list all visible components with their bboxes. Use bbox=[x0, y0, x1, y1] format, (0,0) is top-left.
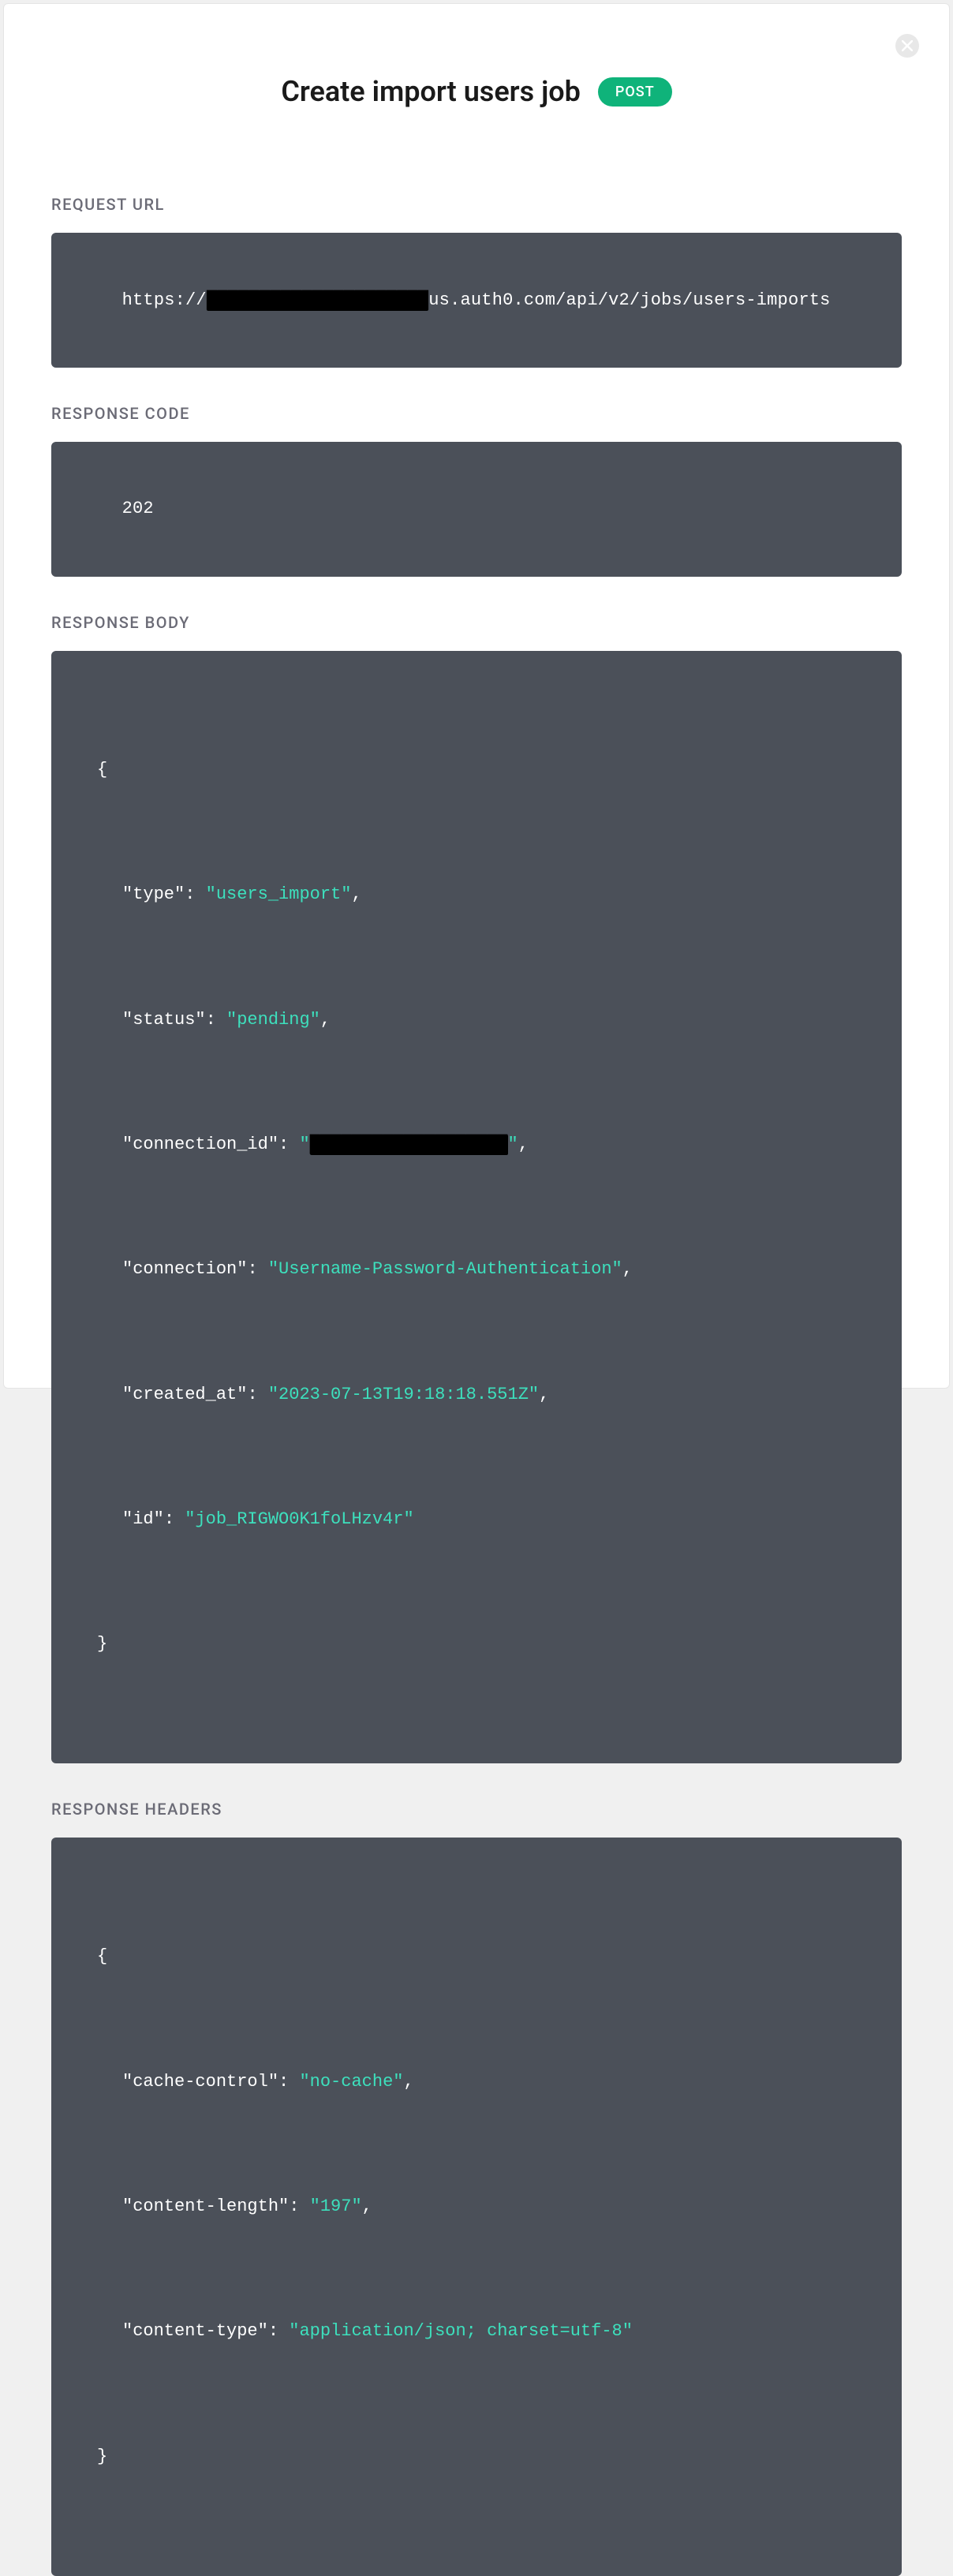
json-key-cache-control: "cache-control" bbox=[122, 2072, 278, 2092]
close-button[interactable] bbox=[895, 34, 919, 58]
section-label-response-headers: RESPONSE HEADERS bbox=[51, 1800, 902, 1819]
json-key-created-at: "created_at" bbox=[122, 1385, 247, 1404]
section-label-response-code: RESPONSE CODE bbox=[51, 404, 902, 423]
json-key-type: "type" bbox=[122, 884, 185, 904]
url-prefix: https:// bbox=[122, 290, 207, 310]
json-val-connection-id-redacted: ███████████████████ bbox=[310, 1135, 508, 1155]
json-key-connection: "connection" bbox=[122, 1259, 247, 1279]
json-key-content-type: "content-type" bbox=[122, 2321, 268, 2341]
json-key-id: "id" bbox=[122, 1509, 164, 1529]
json-val-status: "pending" bbox=[226, 1010, 320, 1030]
response-code-block: 202 bbox=[51, 442, 902, 577]
json-close-brace: } bbox=[97, 1634, 107, 1654]
modal-header: Create import users job POST bbox=[51, 75, 902, 108]
json-val-created-at: "2023-07-13T19:18:18.551Z" bbox=[268, 1385, 539, 1404]
json-quote-close: " bbox=[508, 1135, 518, 1154]
json-open-brace: { bbox=[97, 760, 107, 780]
json-quote-open: " bbox=[299, 1135, 309, 1154]
section-label-request-url: REQUEST URL bbox=[51, 195, 902, 214]
response-body-block: { "type": "users_import", "status": "pen… bbox=[51, 651, 902, 1764]
json-val-cache-control: "no-cache" bbox=[299, 2072, 403, 2092]
url-redacted-segment: █████████████████████ bbox=[207, 290, 428, 311]
modal-title: Create import users job bbox=[281, 75, 581, 108]
url-suffix: us.auth0.com/api/v2/jobs/users-imports bbox=[428, 290, 830, 310]
json-val-connection: "Username-Password-Authentication" bbox=[268, 1259, 622, 1279]
request-url-block: https://█████████████████████us.auth0.co… bbox=[51, 233, 902, 368]
response-headers-block: { "cache-control": "no-cache", "content-… bbox=[51, 1838, 902, 2575]
close-icon bbox=[902, 40, 913, 51]
response-code-value: 202 bbox=[122, 499, 154, 518]
json-key-connection-id: "connection_id" bbox=[122, 1135, 278, 1154]
json-key-content-length: "content-length" bbox=[122, 2197, 289, 2216]
json-val-content-length: "197" bbox=[310, 2197, 362, 2216]
section-label-response-body: RESPONSE BODY bbox=[51, 613, 902, 632]
http-method-badge: POST bbox=[598, 77, 672, 107]
json-val-id: "job_RIGWO0K1foLHzv4r" bbox=[185, 1509, 413, 1529]
json-open-brace-h: { bbox=[97, 1946, 107, 1966]
json-val-type: "users_import" bbox=[206, 884, 352, 904]
json-key-status: "status" bbox=[122, 1010, 206, 1030]
api-response-modal: Create import users job POST REQUEST URL… bbox=[3, 3, 950, 1389]
json-close-brace-h: } bbox=[97, 2447, 107, 2466]
json-val-content-type: "application/json; charset=utf-8" bbox=[289, 2321, 633, 2341]
